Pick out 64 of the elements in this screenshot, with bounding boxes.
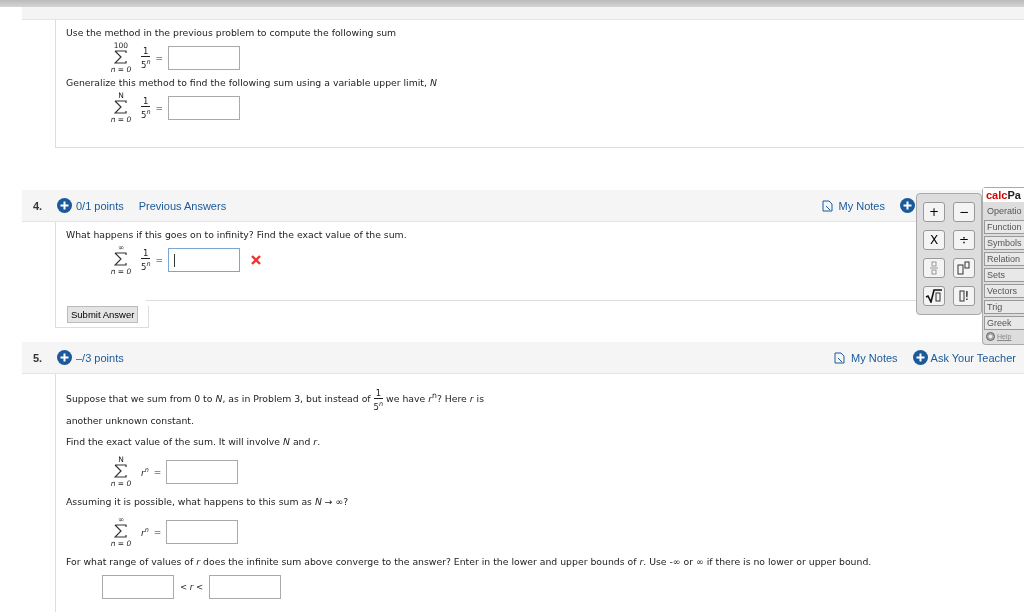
calc-key[interactable]: − xyxy=(953,202,975,222)
answer-field[interactable] xyxy=(168,96,241,120)
submit-answer-button[interactable]: Submit Answer xyxy=(67,306,139,323)
equals-sign: = xyxy=(153,466,162,477)
question-text: Use the method in the previous problem to compute the following sum xyxy=(66,26,397,40)
fraction: 1 5$^{n}$ xyxy=(141,248,151,272)
calcpad-category[interactable]: Operatio xyxy=(984,204,1024,218)
note-icon xyxy=(834,351,846,364)
exponent-icon xyxy=(957,261,971,275)
answer-field[interactable] xyxy=(166,459,239,484)
calcpad-category[interactable]: Relation xyxy=(984,252,1024,266)
ask-teacher-link[interactable]: Ask Your Teacher xyxy=(930,351,1016,364)
sigma-icon xyxy=(114,463,128,480)
points-label: –/3 points xyxy=(76,351,124,364)
answer-field[interactable] xyxy=(166,519,239,544)
calcpad-category[interactable]: Greek xyxy=(984,316,1024,330)
calc-key[interactable]: ! xyxy=(953,286,975,306)
plus-icon[interactable] xyxy=(57,350,72,365)
fraction: 1 5$^{n}$ xyxy=(141,96,151,120)
question-number: 4. xyxy=(33,199,44,212)
calc-key[interactable]: X xyxy=(923,230,945,250)
inequality-text: < r < xyxy=(180,581,204,592)
calcpad-category[interactable]: Trig xyxy=(984,300,1024,314)
question-text: For what range of values of r does the infinite sum above converge to the answer? Enter in the lower and upper bounds of r. Use -∞ or ∞ if there is no lower or upper bound. xyxy=(66,554,872,569)
question-number: 5. xyxy=(33,351,44,364)
question-text: What happens if this goes on to infinity? Find the exact value of the sum. xyxy=(66,228,407,242)
equals-sign: = xyxy=(155,53,164,63)
points-label: 0/1 points xyxy=(76,199,124,212)
calc-key[interactable]: + xyxy=(923,202,945,222)
calc-key[interactable]: ÷ xyxy=(953,230,975,250)
question-text: Assuming it is possible, what happens to this sum as N → ∞? xyxy=(66,494,349,509)
plus-icon[interactable] xyxy=(912,350,928,365)
answer-field[interactable] xyxy=(209,574,282,599)
plus-icon[interactable] xyxy=(900,198,915,213)
sigma-icon xyxy=(114,252,128,268)
box-icon xyxy=(958,290,965,302)
question-text: Generalize this method to find the following sum using a variable upper limit, N xyxy=(66,76,437,90)
calcpad-category[interactable]: Vectors xyxy=(984,284,1024,298)
answer-field[interactable] xyxy=(168,248,241,272)
calcpad-category[interactable]: Sets xyxy=(984,268,1024,282)
calcpad-category[interactable]: Symbols xyxy=(984,236,1024,250)
my-notes-link[interactable]: My Notes xyxy=(851,351,898,364)
calc-key[interactable] xyxy=(923,286,945,306)
equals-sign: = xyxy=(153,526,162,537)
help-icon[interactable] xyxy=(986,332,995,341)
power-term: r$^{n}$ xyxy=(141,465,149,478)
calcpad-category[interactable]: Function xyxy=(984,220,1024,234)
sigma-icon xyxy=(114,50,128,66)
power-term: r$^{n}$ xyxy=(141,525,149,538)
answer-field[interactable] xyxy=(168,46,241,70)
square-root-icon xyxy=(925,289,943,303)
equals-sign: = xyxy=(155,255,164,265)
sigma-icon xyxy=(114,100,128,116)
question-text: Find the exact value of the sum. It will involve N and r. xyxy=(66,434,321,449)
fraction-icon xyxy=(930,261,938,275)
plus-icon[interactable] xyxy=(57,198,72,213)
previous-answers-link[interactable]: Previous Answers xyxy=(138,199,227,212)
sigma-icon xyxy=(114,523,128,540)
note-icon xyxy=(821,199,833,212)
my-notes-link[interactable]: My Notes xyxy=(838,199,885,212)
calcpad-title: calcPa xyxy=(983,188,1024,202)
fraction: 1 5$^{n}$ xyxy=(141,46,151,70)
answer-field[interactable] xyxy=(102,574,174,599)
equals-sign: = xyxy=(155,103,164,113)
